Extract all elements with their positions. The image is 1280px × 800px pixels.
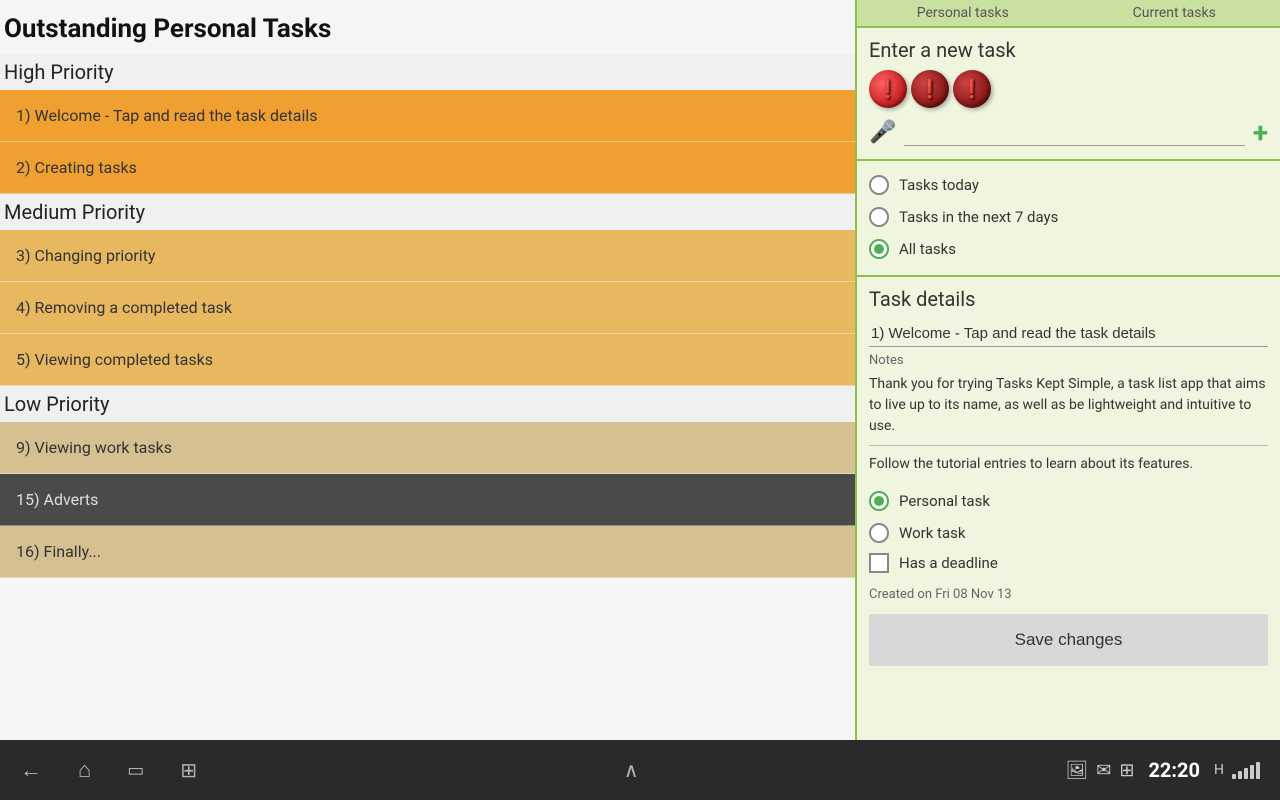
signal-bars (1232, 761, 1260, 779)
filter-all-label: All tasks (899, 240, 956, 258)
task-item-16[interactable]: 16) Finally... (0, 526, 855, 578)
nav-right-group: 🖼 ✉ ⊞ 22:20 H (1065, 758, 1260, 782)
up-chevron-icon[interactable]: ∧ (624, 758, 639, 782)
tab-personal-tasks[interactable]: Personal tasks (857, 1, 1069, 25)
task-type-section: Personal task Work task Has a deadline (869, 485, 1268, 577)
right-panel: Personal tasks Current tasks Enter a new… (855, 0, 1280, 740)
task-name-input[interactable] (869, 321, 1268, 347)
priority-icon-high-1[interactable]: ❗ (869, 70, 907, 108)
task-type-personal-label: Personal task (899, 492, 990, 510)
task-details-title: Task details (869, 287, 1268, 311)
recents-icon[interactable]: ▭ (127, 760, 144, 781)
tab-current-tasks[interactable]: Current tasks (1069, 1, 1280, 25)
filter-7days-label: Tasks in the next 7 days (899, 208, 1058, 226)
signal-icon: H (1214, 762, 1224, 778)
notes-divider (869, 445, 1268, 446)
notes-paragraph-1: Thank you for trying Tasks Kept Simple, … (869, 374, 1268, 437)
has-deadline-label: Has a deadline (899, 554, 998, 572)
priority-icons-row: ❗ ❗ ❗ (869, 70, 1268, 108)
message-status-icon: ✉ (1096, 760, 1111, 781)
high-priority-heading: High Priority (0, 54, 855, 90)
has-deadline-checkbox[interactable] (869, 553, 889, 573)
save-changes-button[interactable]: Save changes (869, 614, 1268, 666)
task-details-section: Task details Notes Thank you for trying … (857, 277, 1280, 740)
image-status-icon: 🖼 (1065, 760, 1088, 781)
task-item-9[interactable]: 9) Viewing work tasks (0, 422, 855, 474)
new-task-input-row: 🎤 + (869, 116, 1268, 149)
radio-all[interactable] (869, 239, 889, 259)
notes-paragraph-2: Follow the tutorial entries to learn abo… (869, 454, 1268, 475)
time-display: 22:20 (1148, 758, 1200, 782)
new-task-input[interactable] (904, 120, 1244, 146)
radio-7days[interactable] (869, 207, 889, 227)
notes-label: Notes (869, 353, 1268, 368)
radio-work[interactable] (869, 523, 889, 543)
filter-today[interactable]: Tasks today (869, 169, 1268, 201)
filter-all[interactable]: All tasks (869, 233, 1268, 265)
main-content: Outstanding Personal Tasks High Priority… (0, 0, 1280, 740)
task-item-1[interactable]: 1) Welcome - Tap and read the task detai… (0, 90, 855, 142)
nav-center-group: ∧ (624, 758, 639, 782)
task-item-5[interactable]: 5) Viewing completed tasks (0, 334, 855, 386)
back-icon[interactable]: ← (20, 757, 42, 783)
task-item-2[interactable]: 2) Creating tasks (0, 142, 855, 194)
tabs-area: Personal tasks Current tasks (857, 0, 1280, 28)
microphone-icon[interactable]: 🎤 (869, 120, 896, 145)
priority-icon-high-2[interactable]: ❗ (911, 70, 949, 108)
new-task-title: Enter a new task (869, 38, 1268, 62)
new-task-section: Enter a new task ❗ ❗ ❗ 🎤 + (857, 28, 1280, 161)
task-item-15[interactable]: 15) Adverts (0, 474, 855, 526)
radio-personal[interactable] (869, 491, 889, 511)
filter-7days[interactable]: Tasks in the next 7 days (869, 201, 1268, 233)
home-icon[interactable]: ⌂ (78, 757, 91, 783)
nav-left-group: ← ⌂ ▭ ⊞ (20, 757, 197, 783)
add-task-icon[interactable]: + (1253, 116, 1268, 149)
priority-icon-high-3[interactable]: ❗ (953, 70, 991, 108)
apps-status-icon: ⊞ (1119, 760, 1134, 781)
left-panel: Outstanding Personal Tasks High Priority… (0, 0, 855, 740)
task-type-work-label: Work task (899, 524, 965, 542)
low-priority-heading: Low Priority (0, 386, 855, 422)
medium-priority-heading: Medium Priority (0, 194, 855, 230)
page-title: Outstanding Personal Tasks (0, 10, 855, 54)
filter-today-label: Tasks today (899, 176, 979, 194)
radio-today[interactable] (869, 175, 889, 195)
has-deadline-item[interactable]: Has a deadline (869, 549, 1268, 577)
task-type-personal[interactable]: Personal task (869, 485, 1268, 517)
bottom-nav: ← ⌂ ▭ ⊞ ∧ 🖼 ✉ ⊞ 22:20 H (0, 740, 1280, 800)
task-type-work[interactable]: Work task (869, 517, 1268, 549)
scan-icon[interactable]: ⊞ (180, 758, 197, 782)
task-item-4[interactable]: 4) Removing a completed task (0, 282, 855, 334)
created-on-text: Created on Fri 08 Nov 13 (869, 587, 1268, 602)
task-item-3[interactable]: 3) Changing priority (0, 230, 855, 282)
filter-section: Tasks today Tasks in the next 7 days All… (857, 161, 1280, 277)
